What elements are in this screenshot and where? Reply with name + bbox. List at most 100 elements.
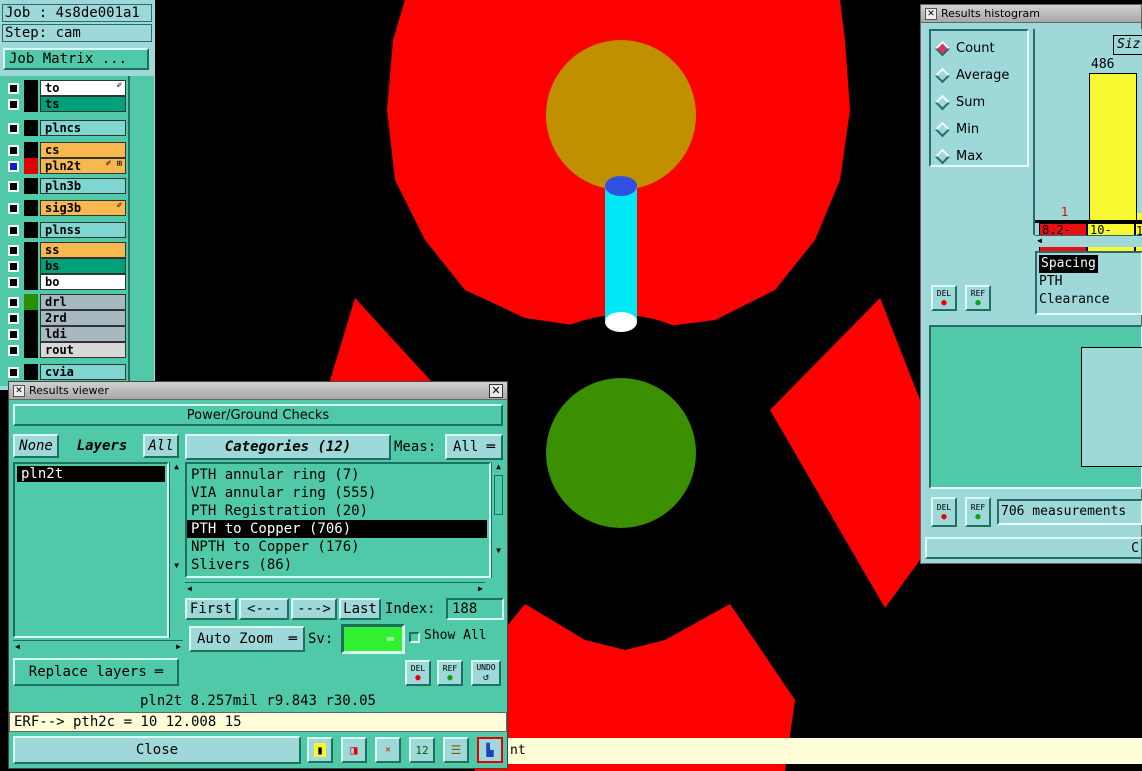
histogram-ref-button-2[interactable]: REF ●: [965, 497, 991, 527]
histogram-category-list[interactable]: Spacing PTH Clearance: [1035, 251, 1142, 315]
category-item[interactable]: VIA annular ring (555): [187, 484, 489, 502]
layer-checkbox[interactable]: [8, 313, 19, 324]
viewer-title: Results viewer: [29, 384, 109, 397]
viewer-titlebar[interactable]: ✕ Results viewer ✕: [9, 382, 507, 400]
categories-listbox[interactable]: PTH annular ring (7) VIA annular ring (55…: [185, 462, 491, 578]
layers-vscroll[interactable]: ▲ ▼: [169, 462, 183, 638]
toolbar-icon-2[interactable]: ◨: [341, 737, 367, 763]
layer-list-scrollbar[interactable]: [128, 76, 154, 386]
checks-header-button[interactable]: Power/Ground Checks: [13, 404, 503, 426]
size-button[interactable]: Siz: [1113, 35, 1142, 55]
layer-row-15[interactable]: cvia: [4, 364, 126, 380]
status-line: pln2t 8.257mil r9.843 r30.05: [9, 692, 507, 710]
first-button[interactable]: First: [185, 598, 237, 620]
category-item[interactable]: PTH Registration (20): [187, 502, 489, 520]
layer-row-6[interactable]: sig3b ✐: [4, 200, 126, 216]
layer-checkbox[interactable]: [8, 245, 19, 256]
index-input[interactable]: 188: [446, 598, 504, 620]
results-histogram-window: ✕ Results histogram Count Average Sum Min Ma…: [920, 4, 1142, 564]
layer-checkbox[interactable]: [8, 99, 19, 110]
mode-radio-1[interactable]: Average: [931, 62, 1027, 89]
all-layers-button[interactable]: All: [143, 434, 179, 458]
layer-color-swatch: [24, 120, 38, 136]
sv-color-dropdown[interactable]: ═: [341, 624, 405, 654]
layer-checkbox[interactable]: [8, 123, 19, 134]
toolbar-notes-icon[interactable]: ☰: [443, 737, 469, 763]
category-item[interactable]: PTH to Copper (706): [187, 520, 487, 538]
category-item[interactable]: Slivers (86): [187, 556, 489, 574]
cyan-trace: [605, 186, 637, 322]
layer-checkbox[interactable]: [8, 83, 19, 94]
layer-row-10[interactable]: bo: [4, 274, 126, 290]
undo-button[interactable]: UNDO ↺: [471, 660, 501, 686]
layer-checkbox[interactable]: [8, 203, 19, 214]
layer-list-item[interactable]: pln2t: [17, 466, 165, 482]
layer-color-swatch: [24, 342, 38, 358]
layer-row-11[interactable]: drl: [4, 294, 126, 310]
toolbar-icon-4[interactable]: 12: [409, 737, 435, 763]
none-button[interactable]: None: [13, 434, 59, 458]
toolbar-histogram-icon[interactable]: ▙: [477, 737, 503, 763]
ref-button[interactable]: REF ●: [437, 660, 463, 686]
last-button[interactable]: Last: [339, 598, 381, 620]
replace-layers-button[interactable]: Replace layers ═: [13, 658, 179, 686]
layer-checkbox[interactable]: [8, 277, 19, 288]
category-item[interactable]: PTH annular ring (7): [187, 466, 489, 484]
toolbar-ref-icon[interactable]: ✕: [375, 737, 401, 763]
next-button[interactable]: --->: [291, 598, 337, 620]
histogram-ref-button[interactable]: REF ●: [965, 285, 991, 311]
layer-row-7[interactable]: plnss: [4, 222, 126, 238]
prev-button[interactable]: <---: [239, 598, 289, 620]
layer-row-0[interactable]: to ✐: [4, 80, 126, 96]
layer-row-2[interactable]: plncs: [4, 120, 126, 136]
layer-checkbox[interactable]: [8, 161, 19, 172]
categories-hscroll[interactable]: ◀ ▶: [185, 582, 485, 596]
layer-row-8[interactable]: ss: [4, 242, 126, 258]
layer-row-4[interactable]: pln2t ✐ ⊞: [4, 158, 126, 174]
histogram-del-button[interactable]: DEL ●: [931, 285, 957, 311]
histogram-del-button-2[interactable]: DEL ●: [931, 497, 957, 527]
del-button[interactable]: DEL ●: [405, 660, 431, 686]
layer-checkbox[interactable]: [8, 145, 19, 156]
category-item[interactable]: NPTH to Copper (176): [187, 538, 489, 556]
layer-name: ldi: [40, 326, 126, 342]
show-all-checkbox[interactable]: [409, 632, 420, 643]
meas-dropdown[interactable]: All ═: [445, 434, 503, 460]
histogram-category-item[interactable]: PTH: [1039, 273, 1141, 291]
layer-row-1[interactable]: ts: [4, 96, 126, 112]
layer-row-12[interactable]: 2rd: [4, 310, 126, 326]
mode-radio-2[interactable]: Sum: [931, 89, 1027, 116]
layer-edit-icon: ✐: [116, 201, 122, 211]
layer-checkbox[interactable]: [8, 225, 19, 236]
mode-radio-0[interactable]: Count: [931, 35, 1027, 62]
histogram-hscrollbar[interactable]: ◀: [1035, 235, 1142, 247]
layer-row-14[interactable]: rout: [4, 342, 126, 358]
categories-vscroll[interactable]: ▲ ▼: [491, 462, 505, 578]
layer-checkbox[interactable]: [8, 297, 19, 308]
histogram-category-item[interactable]: Clearance: [1039, 291, 1141, 309]
auto-zoom-dropdown[interactable]: Auto Zoom ═: [189, 626, 305, 652]
toolbar-icon-1[interactable]: ▮: [307, 737, 333, 763]
layers-hscroll[interactable]: ◀ ▶: [13, 640, 183, 654]
mode-label: Count: [956, 41, 995, 56]
layer-checkbox[interactable]: [8, 345, 19, 356]
layer-row-3[interactable]: cs: [4, 142, 126, 158]
histogram-bottom-button[interactable]: C: [925, 537, 1142, 559]
layer-checkbox[interactable]: [8, 261, 19, 272]
layer-checkbox[interactable]: [8, 181, 19, 192]
job-matrix-button[interactable]: Job Matrix ...: [3, 48, 149, 70]
window-menu-icon[interactable]: ✕: [13, 384, 25, 397]
layer-checkbox[interactable]: [8, 367, 19, 378]
layer-checkbox[interactable]: [8, 329, 19, 340]
layer-row-9[interactable]: bs: [4, 258, 126, 274]
histogram-category-item[interactable]: Spacing: [1039, 255, 1098, 273]
close-button[interactable]: Close: [13, 736, 301, 764]
close-window-icon[interactable]: ✕: [489, 383, 503, 398]
histogram-titlebar[interactable]: ✕ Results histogram: [921, 5, 1141, 23]
layers-listbox[interactable]: pln2t: [13, 462, 169, 638]
layer-row-13[interactable]: ldi: [4, 326, 126, 342]
mode-radio-3[interactable]: Min: [931, 116, 1027, 143]
layer-row-5[interactable]: pln3b: [4, 178, 126, 194]
window-close-icon[interactable]: ✕: [925, 7, 937, 20]
mode-radio-4[interactable]: Max: [931, 143, 1027, 170]
